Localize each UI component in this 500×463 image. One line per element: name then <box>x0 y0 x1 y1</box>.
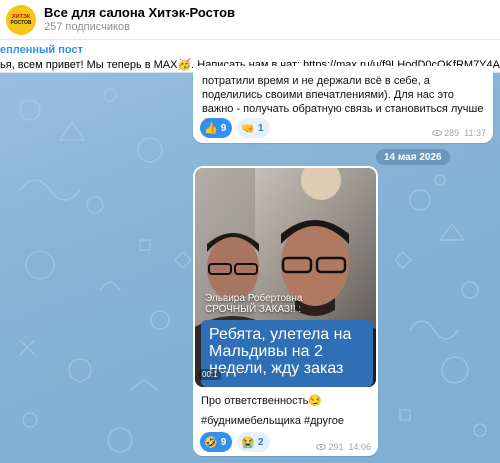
reactions-bar: 🤣 9 😭 2 <box>200 432 270 452</box>
channel-header[interactable]: ХИТЭК РОСТОВ Все для салона Хитэк-Ростов… <box>0 0 500 40</box>
message-meta: 289 11:37 <box>432 128 486 138</box>
eye-icon <box>432 130 443 136</box>
message-bubble[interactable]: потратили время и не держали всё в себе,… <box>193 66 493 143</box>
message-time: 11:37 <box>464 128 486 138</box>
reaction-emoji: 🤣 <box>204 436 218 449</box>
reaction-count: 1 <box>257 122 264 134</box>
reaction-rofl[interactable]: 🤣 9 <box>200 432 233 452</box>
view-count: 291 <box>328 442 344 452</box>
reaction-count: 9 <box>220 436 227 448</box>
eye-icon <box>316 444 327 450</box>
date-separator: 14 мая 2026 <box>376 149 450 165</box>
subscriber-count: 257 подписчиков <box>44 21 130 33</box>
overlay-message-text: Ребята, улетела на Мальдивы на 2 недели,… <box>209 326 352 377</box>
reaction-thumbs-up[interactable]: 👍 9 <box>200 118 233 138</box>
pinned-title: епленный пост <box>0 44 83 56</box>
message-hashtags[interactable]: #буднимебельщика #другое <box>201 415 344 427</box>
reaction-emoji: 😭 <box>241 436 255 449</box>
reaction-fist[interactable]: 🤜 1 <box>237 118 270 138</box>
header-info[interactable]: Все для салона Хитэк-Ростов 257 подписчи… <box>44 5 235 34</box>
reaction-crying[interactable]: 😭 2 <box>237 432 270 452</box>
message-caption: Про ответственность😏 <box>201 395 323 407</box>
message-time: 14:06 <box>348 442 371 452</box>
channel-avatar[interactable]: ХИТЭК РОСТОВ <box>6 4 36 35</box>
video-thumbnail[interactable]: Эльвира Робертовна СРОЧНЫЙ ЗАКАЗ!! : Реб… <box>195 168 376 387</box>
avatar-logo-text-bottom: РОСТОВ <box>10 19 32 26</box>
view-count: 289 <box>444 128 460 138</box>
channel-title: Все для салона Хитэк-Ростов <box>44 5 236 20</box>
media-message-bubble[interactable]: Эльвира Робертовна СРОЧНЫЙ ЗАКАЗ!! : Реб… <box>193 166 378 456</box>
reaction-count: 9 <box>220 122 227 134</box>
reaction-emoji: 🤜 <box>241 122 255 135</box>
overlay-sender-name: Эльвира Робертовна <box>205 293 303 304</box>
overlay-message-box: Ребята, улетела на Мальдивы на 2 недели,… <box>201 320 373 387</box>
overlay-order-label: СРОЧНЫЙ ЗАКАЗ!! : <box>205 304 302 315</box>
video-duration-badge: 00:1 <box>199 369 221 380</box>
reaction-emoji: 👍 <box>204 122 218 135</box>
reactions-bar: 👍 9 🤜 1 <box>200 118 270 138</box>
reaction-count: 2 <box>257 436 264 448</box>
message-meta: 291 14:06 <box>316 442 371 452</box>
